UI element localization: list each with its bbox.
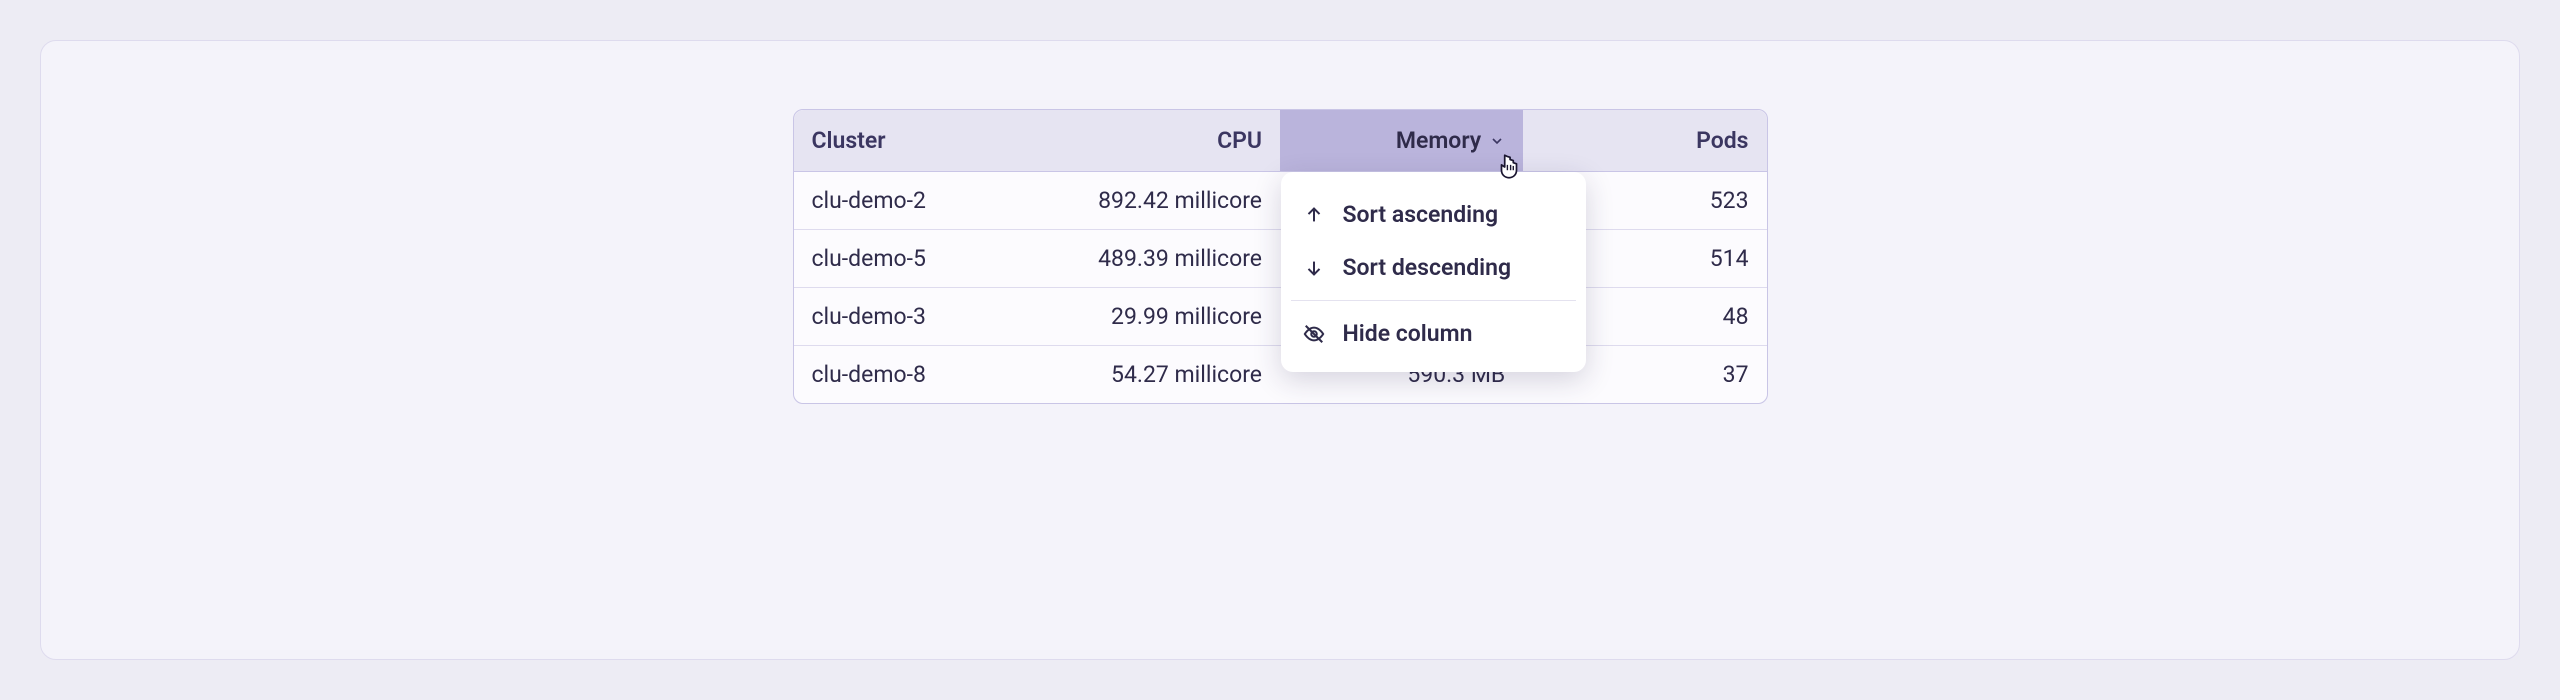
menu-item-sort-ascending[interactable]: Sort ascending: [1281, 188, 1586, 241]
column-context-menu: Sort ascending Sort descending Hide colu…: [1281, 172, 1586, 372]
card-panel: Cluster CPU Memory Pods clu-d: [40, 40, 2520, 660]
cluster-table-container: Cluster CPU Memory Pods clu-d: [793, 109, 1768, 404]
chevron-down-icon: [1489, 133, 1505, 149]
menu-item-label: Sort descending: [1343, 254, 1512, 281]
cell-cpu: 489.39 millicore: [1056, 230, 1280, 288]
arrow-up-icon: [1303, 204, 1325, 226]
column-header-pods[interactable]: Pods: [1523, 110, 1766, 172]
cell-cpu: 892.42 millicore: [1056, 172, 1280, 230]
cell-cluster: clu-demo-3: [794, 288, 1057, 346]
menu-item-label: Sort ascending: [1343, 201, 1499, 228]
eye-off-icon: [1303, 323, 1325, 345]
menu-item-hide-column[interactable]: Hide column: [1281, 307, 1586, 360]
cell-cluster: clu-demo-2: [794, 172, 1057, 230]
column-header-memory[interactable]: Memory: [1280, 110, 1523, 172]
menu-item-label: Hide column: [1343, 320, 1473, 347]
cell-cluster: clu-demo-5: [794, 230, 1057, 288]
table-header-row: Cluster CPU Memory Pods: [794, 110, 1767, 172]
cell-cpu: 54.27 millicore: [1056, 346, 1280, 404]
menu-divider: [1291, 300, 1576, 301]
column-header-memory-label: Memory: [1396, 127, 1481, 154]
arrow-down-icon: [1303, 257, 1325, 279]
cell-cpu: 29.99 millicore: [1056, 288, 1280, 346]
column-header-cluster[interactable]: Cluster: [794, 110, 1057, 172]
cell-cluster: clu-demo-8: [794, 346, 1057, 404]
menu-item-sort-descending[interactable]: Sort descending: [1281, 241, 1586, 294]
column-header-cpu[interactable]: CPU: [1056, 110, 1280, 172]
